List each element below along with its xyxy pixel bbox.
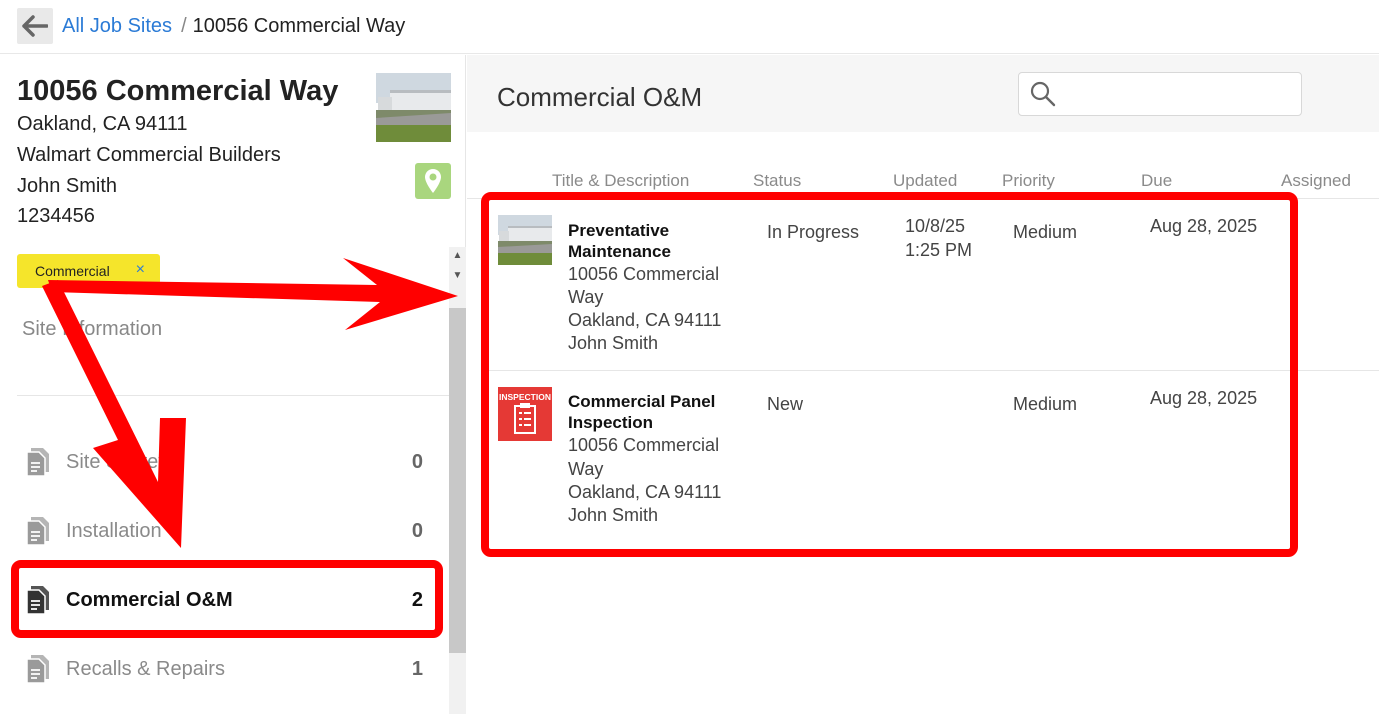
site-number: 1234456 — [17, 205, 95, 227]
site-information-link[interactable]: Site Information — [22, 318, 162, 341]
sidebar-item-site-surveys[interactable]: Site Surveys 0 — [17, 434, 437, 490]
site-name: 10056 Commercial Way — [17, 75, 339, 107]
row-updated-date: 10/8/25 — [905, 216, 966, 236]
sidebar-item-label: Installation — [66, 519, 162, 542]
row-address-line1: 10056 Commercial — [568, 435, 720, 455]
search-input[interactable] — [1018, 72, 1302, 116]
row-address-line2: Way — [568, 459, 604, 479]
remove-tag-button[interactable]: × — [136, 261, 145, 279]
site-tag: Commercial × — [17, 254, 160, 288]
sidebar-item-label: Recalls & Repairs — [66, 657, 225, 680]
top-bar: All Job Sites /10056 Commercial Way — [0, 0, 1379, 54]
row-priority: Medium — [1013, 394, 1078, 414]
sidebar-item-commercial-om[interactable]: Commercial O&M 2 — [17, 572, 437, 628]
column-header-due[interactable]: Due — [1141, 171, 1172, 191]
inspection-icon-label: INSPECTION — [499, 392, 551, 402]
site-contact: John Smith — [17, 175, 118, 197]
column-header-title[interactable]: Title & Description — [552, 171, 689, 191]
sidebar-item-label: Site Surveys — [66, 450, 179, 473]
row-due: Aug 28, 2025 — [1150, 388, 1258, 408]
document-icon — [26, 655, 49, 684]
row-thumbnail — [498, 215, 552, 269]
arrow-left-icon — [22, 15, 48, 37]
site-company: Walmart Commercial Builders — [17, 144, 281, 166]
row-updated-time: 1:25 PM — [905, 240, 973, 260]
document-icon — [26, 448, 49, 477]
list-title: Commercial O&M — [497, 82, 703, 112]
row-contact: John Smith — [568, 505, 659, 525]
row-priority: Medium — [1013, 222, 1078, 242]
breadcrumb: All Job Sites /10056 Commercial Way — [62, 15, 405, 38]
site-tag-label: Commercial — [35, 263, 110, 279]
sidebar-item-count: 2 — [411, 588, 423, 611]
list-header: Commercial O&M — [467, 55, 1379, 132]
row-address-line3: Oakland, CA 94111 — [568, 310, 722, 330]
row-address-line3: Oakland, CA 94111 — [568, 482, 722, 502]
map-pin-icon — [425, 169, 441, 193]
breadcrumb-all-job-sites[interactable]: All Job Sites — [62, 15, 172, 37]
back-button[interactable] — [17, 8, 53, 44]
scrollbar-thumb[interactable] — [449, 308, 466, 653]
sidebar-item-count: 0 — [411, 519, 423, 542]
row-status: In Progress — [767, 222, 860, 242]
search-icon — [1030, 81, 1056, 107]
sidebar-item-label: Commercial O&M — [66, 588, 233, 611]
map-button[interactable] — [415, 163, 451, 199]
divider — [489, 370, 1379, 371]
scroll-up-icon[interactable]: ▲ — [449, 247, 466, 264]
row-status: New — [767, 394, 804, 414]
row-due: Aug 28, 2025 — [1150, 216, 1258, 236]
divider — [17, 395, 449, 396]
site-sidebar: 10056 Commercial Way Oakland, CA 94111 W… — [0, 55, 466, 714]
sidebar-item-recalls-repairs[interactable]: Recalls & Repairs 1 — [17, 641, 437, 697]
row-address-line2: Way — [568, 287, 604, 307]
site-photo[interactable] — [376, 73, 451, 148]
sidebar-item-count: 0 — [411, 450, 423, 473]
site-city: Oakland, CA 94111 — [17, 113, 188, 135]
row-address-line1: 10056 Commercial — [568, 264, 720, 284]
sidebar-item-installation[interactable]: Installation 0 — [17, 503, 437, 559]
sidebar-scrollbar[interactable]: ▲ ▼ — [449, 247, 466, 714]
divider — [467, 198, 1379, 199]
scroll-down-icon[interactable]: ▼ — [449, 267, 466, 284]
document-icon — [26, 586, 49, 615]
inspection-icon: INSPECTION — [498, 387, 552, 441]
breadcrumb-separator: / — [181, 15, 187, 37]
sidebar-item-count: 1 — [411, 657, 423, 680]
table-row[interactable]: Preventative Maintenance 10056 Commercia… — [489, 213, 1379, 368]
breadcrumb-current: 10056 Commercial Way — [192, 15, 406, 37]
column-header-status[interactable]: Status — [753, 171, 801, 191]
column-header-priority[interactable]: Priority — [1002, 171, 1055, 191]
document-icon — [26, 517, 49, 546]
column-header-assigned[interactable]: Assigned — [1281, 171, 1351, 191]
table-row[interactable]: INSPECTION Commercial Panel Inspection 1… — [489, 385, 1379, 535]
row-title[interactable]: Preventative Maintenance — [568, 220, 738, 262]
row-title[interactable]: Commercial Panel Inspection — [568, 391, 738, 433]
column-header-updated[interactable]: Updated — [893, 171, 957, 191]
row-contact: John Smith — [568, 333, 659, 353]
